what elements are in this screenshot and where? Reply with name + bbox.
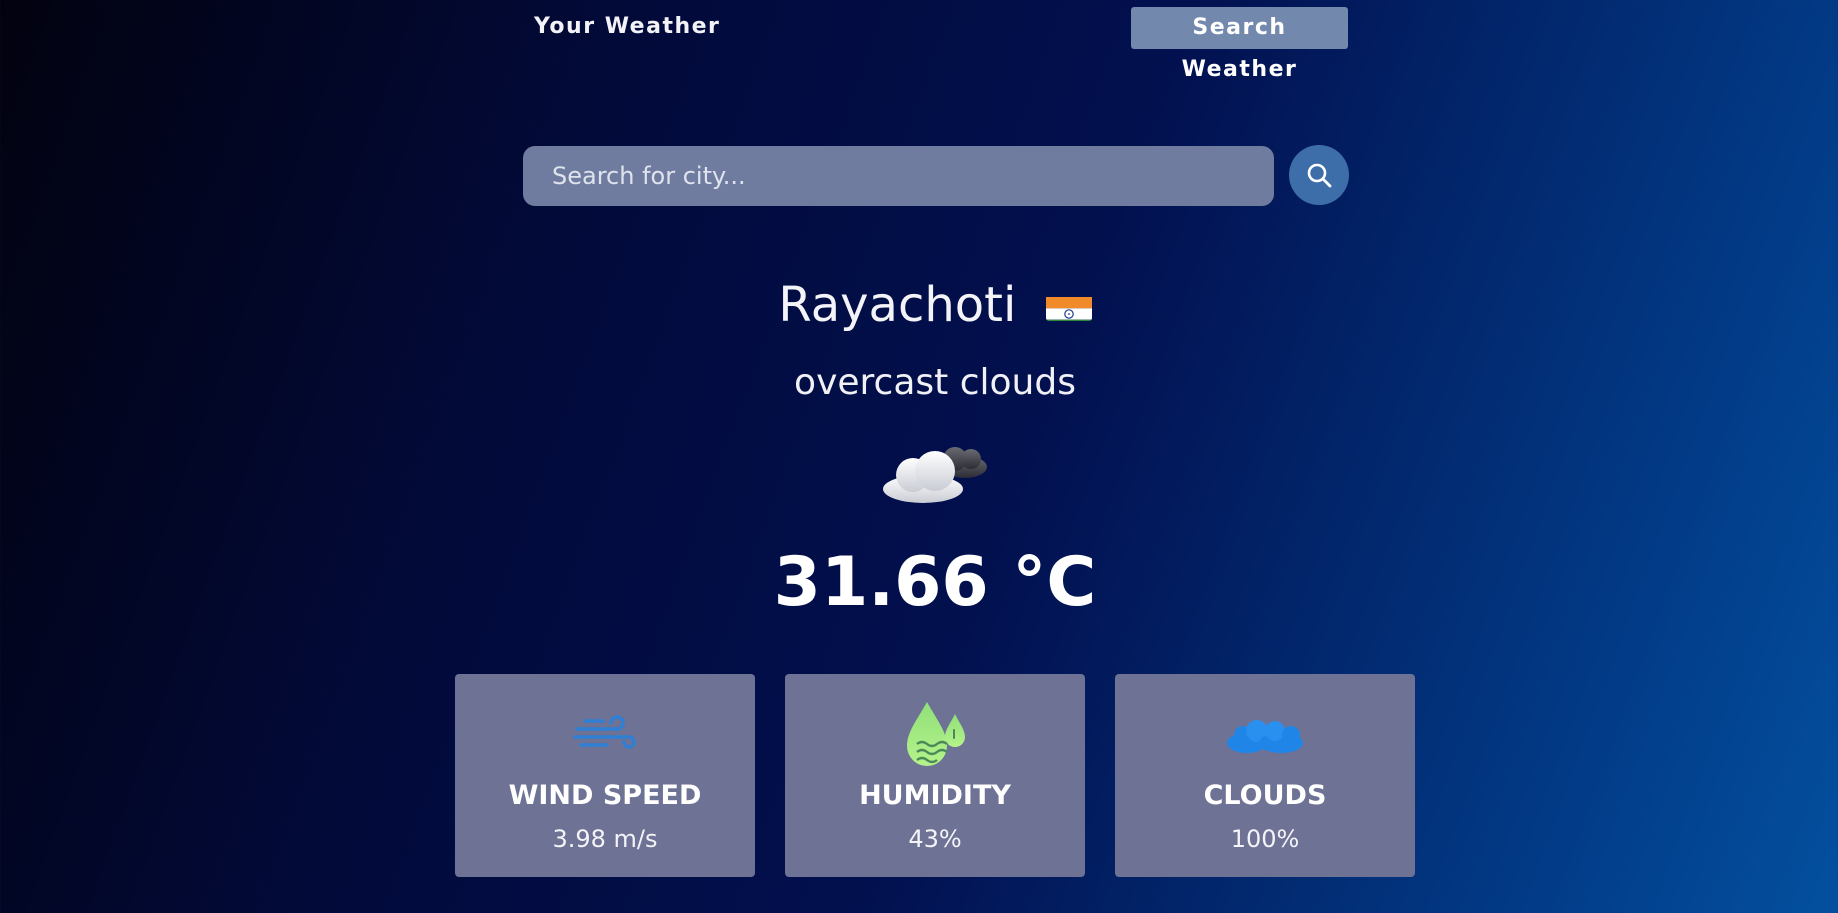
search-icon bbox=[1307, 163, 1332, 188]
tab-search-weather[interactable]: Search Weather bbox=[1131, 7, 1348, 82]
temperature: 31.66 °C bbox=[773, 543, 1097, 622]
clouds-value: 100% bbox=[1230, 825, 1300, 853]
card-title: CLOUDS bbox=[1203, 780, 1327, 811]
wind-speed-value: 3.98 m/s bbox=[552, 825, 658, 853]
top-nav: Your Weather Search Weather bbox=[0, 0, 1838, 82]
humidity-icon bbox=[907, 702, 965, 766]
overcast-clouds-icon bbox=[875, 437, 995, 511]
wind-icon bbox=[573, 715, 636, 749]
clouds-icon bbox=[1227, 720, 1303, 753]
city-name: Rayachoti bbox=[778, 277, 1017, 333]
humidity-value: 43% bbox=[908, 825, 962, 853]
location-heading: Rayachoti bbox=[0, 277, 1838, 333]
card-title: HUMIDITY bbox=[859, 780, 1011, 811]
tab-your-weather[interactable]: Your Weather bbox=[534, 14, 720, 39]
city-search-input[interactable] bbox=[523, 146, 1274, 206]
clouds-card: CLOUDS 100% bbox=[1115, 674, 1415, 877]
india-flag-icon bbox=[1045, 287, 1092, 321]
search-button[interactable] bbox=[1289, 145, 1349, 205]
wind-speed-card: WIND SPEED 3.98 m/s bbox=[455, 674, 755, 877]
weather-description: overcast clouds bbox=[794, 362, 1076, 403]
card-title: WIND SPEED bbox=[508, 780, 702, 811]
humidity-card: HUMIDITY 43% bbox=[785, 674, 1085, 877]
